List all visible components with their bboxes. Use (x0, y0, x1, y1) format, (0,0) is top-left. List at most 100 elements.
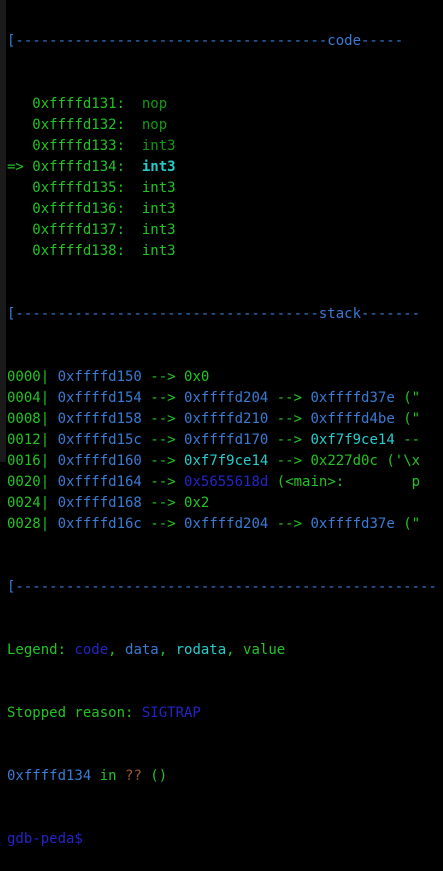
code-listing: 0xffffd131: nop 0xffffd132: nop 0xffffd1… (7, 94, 437, 262)
pointer-arrow: --> (141, 453, 185, 469)
stack-value: 0x2 (184, 495, 210, 511)
stack-value: 0xf7f9ce14 (310, 432, 395, 448)
stopped-reason-line: Stopped reason: SIGTRAP (7, 703, 437, 724)
instruction-mnemonic: int3 (141, 159, 176, 175)
instruction-mnemonic: int3 (141, 222, 176, 238)
stack-value: 0xffffd37e (310, 390, 395, 406)
stack-value: 0xffffd4be (310, 411, 395, 427)
stack-value: 0x227d0c (310, 453, 378, 469)
stack-section-header: [------------------------------------sta… (7, 306, 421, 322)
pointer-arrow: --> (268, 432, 311, 448)
location-args: () (141, 768, 168, 784)
legend-data: data (125, 642, 159, 658)
pointer-arrow: --> (141, 369, 185, 385)
line-marker (7, 180, 32, 196)
stack-value: 0xffffd37e (310, 516, 395, 532)
stack-value: 0x0 (184, 369, 210, 385)
section-divider: [---------------------------------------… (7, 579, 437, 595)
stack-value: 0xffffd204 (184, 390, 269, 406)
stack-address: 0xffffd168 (57, 495, 142, 511)
stack-annotation: (" (403, 390, 421, 406)
stack-value: 0x5655618d (184, 474, 269, 490)
stack-offset: 0012 (7, 432, 41, 448)
stopped-label: Stopped reason: (7, 705, 142, 721)
stack-value: 0xffffd210 (184, 411, 269, 427)
stack-address: 0xffffd16c (57, 516, 142, 532)
command-prompt[interactable]: gdb-peda$ (7, 829, 437, 850)
stopped-reason: SIGTRAP (141, 705, 201, 721)
pointer-arrow: --> (141, 495, 185, 511)
stack-offset: 0008 (7, 411, 41, 427)
code-line: 0xffffd135: int3 (7, 178, 437, 199)
instruction-mnemonic: nop (141, 96, 168, 112)
stack-annotation: (<main>: p (276, 474, 421, 490)
instruction-mnemonic: int3 (141, 180, 176, 196)
stack-annotation: (" (403, 411, 421, 427)
pointer-arrow: --> (141, 474, 185, 490)
stack-separator: | (40, 369, 58, 385)
instruction-address: 0xffffd135: (32, 180, 126, 196)
instruction-mnemonic: int3 (141, 243, 176, 259)
location-line: 0xffffd134 in ?? () (7, 766, 437, 787)
legend-rodata: rodata (175, 642, 227, 658)
stack-address: 0xffffd154 (57, 390, 142, 406)
legend-value: value (243, 642, 286, 658)
pointer-arrow (395, 516, 403, 532)
pointer-arrow: --> (268, 516, 311, 532)
stack-annotation: -- (403, 432, 421, 448)
stack-row: 0000| 0xffffd150 --> 0x0 (7, 367, 437, 388)
location-in: in (91, 768, 126, 784)
stack-address: 0xffffd15c (57, 432, 142, 448)
code-line: 0xffffd132: nop (7, 115, 437, 136)
line-marker (7, 138, 32, 154)
pointer-arrow (395, 411, 403, 427)
stack-address: 0xffffd150 (57, 369, 142, 385)
stack-separator: | (40, 516, 58, 532)
instruction-address: 0xffffd133: (32, 138, 126, 154)
stack-separator: | (40, 474, 58, 490)
stack-separator: | (40, 411, 58, 427)
location-address: 0xffffd134 (7, 768, 92, 784)
stack-address: 0xffffd160 (57, 453, 142, 469)
pointer-arrow (395, 432, 403, 448)
stack-listing: 0000| 0xffffd150 --> 0x0 0004| 0xffffd154… (7, 367, 437, 535)
stack-separator: | (40, 432, 58, 448)
sep: , (226, 642, 244, 658)
location-function: ?? (125, 768, 142, 784)
legend-line: Legend: code, data, rodata, value (7, 640, 437, 661)
instruction-address: 0xffffd137: (32, 222, 126, 238)
stack-value: 0xf7f9ce14 (184, 453, 269, 469)
instruction-address: 0xffffd138: (32, 243, 126, 259)
line-marker (7, 222, 32, 238)
pointer-arrow: --> (268, 390, 311, 406)
stack-separator: | (40, 495, 58, 511)
instruction-mnemonic: int3 (141, 138, 176, 154)
instruction-address: 0xffffd136: (32, 201, 126, 217)
pointer-arrow (395, 390, 403, 406)
stack-row: 0028| 0xffffd16c --> 0xffffd204 --> 0xff… (7, 514, 437, 535)
stack-annotation: ('\x (386, 453, 421, 469)
code-line: 0xffffd133: int3 (7, 136, 437, 157)
line-marker (7, 96, 32, 112)
gdb-terminal[interactable]: [-------------------------------------co… (7, 0, 437, 871)
instruction-address: 0xffffd131: (32, 96, 126, 112)
stack-row: 0008| 0xffffd158 --> 0xffffd210 --> 0xff… (7, 409, 437, 430)
stack-value: 0xffffd204 (184, 516, 269, 532)
current-instruction-arrow: => (7, 159, 33, 175)
instruction-mnemonic: int3 (141, 201, 176, 217)
stack-row: 0012| 0xffffd15c --> 0xffffd170 --> 0xf7… (7, 430, 437, 451)
code-line: 0xffffd131: nop (7, 94, 437, 115)
stack-offset: 0028 (7, 516, 41, 532)
stack-address: 0xffffd164 (57, 474, 142, 490)
legend-code: code (74, 642, 109, 658)
stack-row: 0004| 0xffffd154 --> 0xffffd204 --> 0xff… (7, 388, 437, 409)
pointer-arrow: --> (141, 432, 185, 448)
code-section-header: [-------------------------------------co… (7, 33, 404, 49)
legend-label: Legend: (7, 642, 75, 658)
stack-offset: 0004 (7, 390, 41, 406)
